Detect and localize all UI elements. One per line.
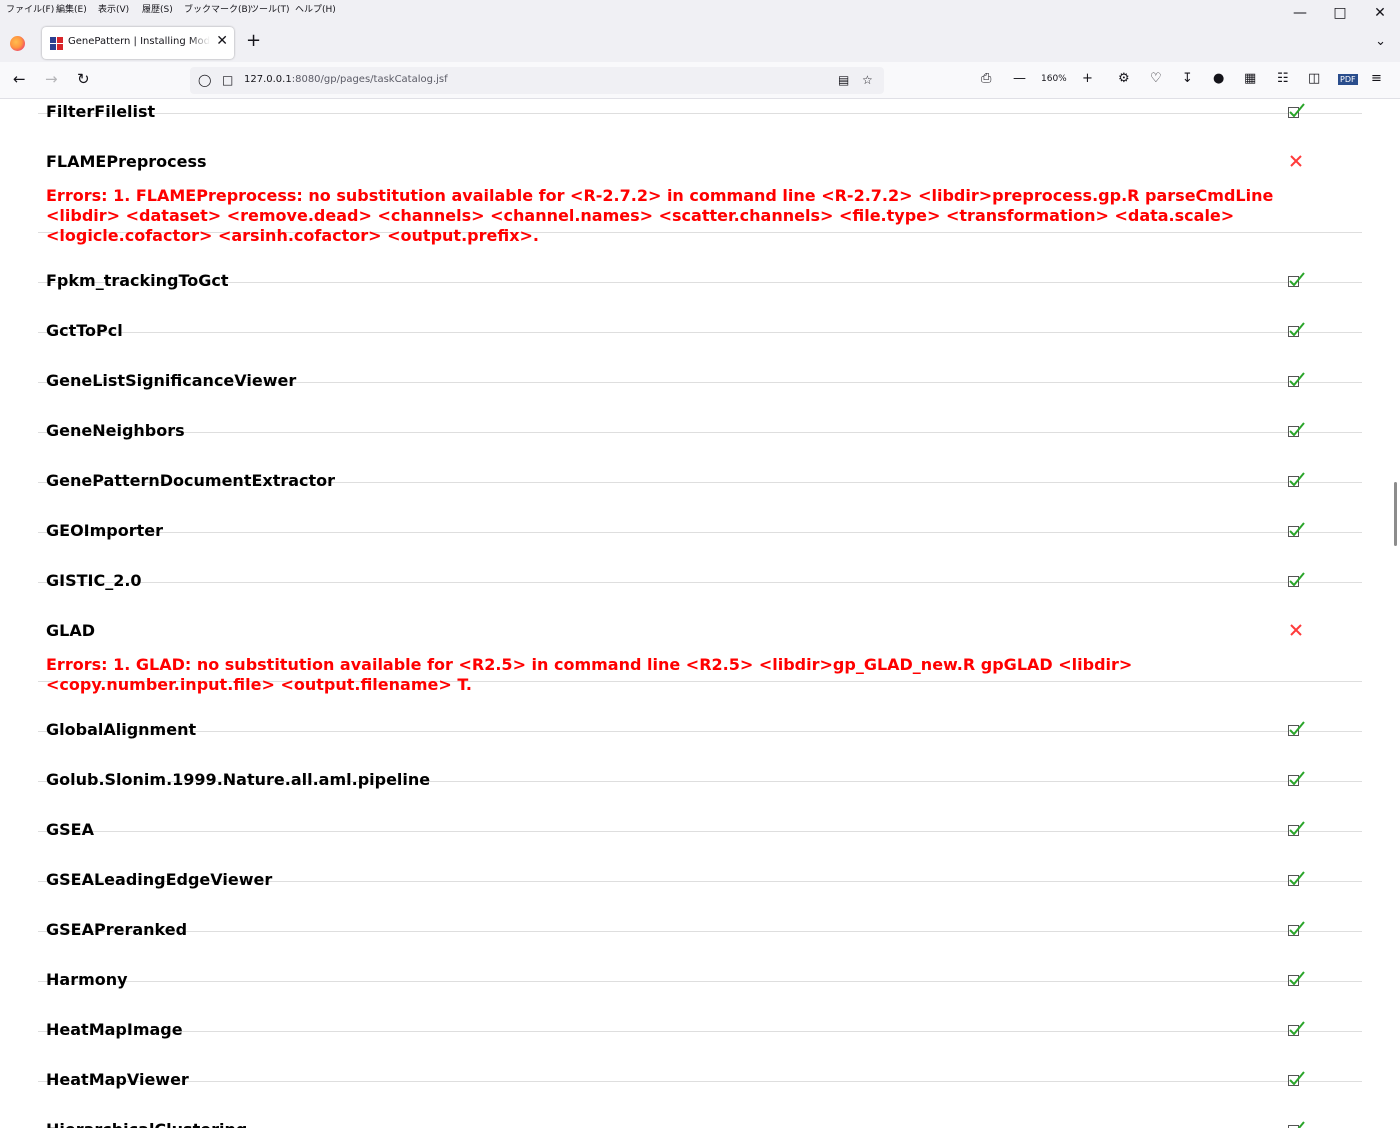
module-row: GISTIC_2.0 — [38, 533, 1362, 590]
extension-b-icon[interactable]: ● — [1213, 71, 1224, 86]
module-row: GctToPcl — [38, 283, 1362, 340]
extensions-puzzle-icon[interactable]: ☷ — [1277, 71, 1289, 86]
bookmark-star-icon[interactable]: ☆ — [862, 73, 873, 87]
tab-title: GenePattern | Installing Modules — [68, 36, 210, 47]
module-row: GlobalAlignment — [38, 682, 1362, 739]
module-row: HierarchicalClustering — [38, 1082, 1362, 1128]
firefox-view-icon[interactable] — [10, 36, 25, 51]
menu-edit[interactable]: 編集(E) — [56, 2, 87, 15]
close-window-button[interactable]: ✕ — [1360, 4, 1400, 22]
reader-view-icon[interactable]: ▤ — [838, 73, 849, 87]
module-row: GeneListSignificanceViewer — [38, 333, 1362, 390]
task-catalog: FilterFilelist FLAMEPreprocess Errors: 1. … — [0, 99, 1400, 1128]
menu-bookmarks[interactable]: ブックマーク(B) — [184, 2, 251, 15]
url-bar[interactable]: ◯ □ 127.0.0.1:8080/gp/pages/taskCatalog.… — [190, 67, 884, 94]
menu-help[interactable]: ヘルプ(H) — [295, 2, 336, 15]
module-name: GLAD — [46, 621, 95, 640]
scrollbar[interactable] — [1392, 99, 1400, 1128]
url-text[interactable]: 127.0.0.1:8080/gp/pages/taskCatalog.jsf — [244, 74, 448, 85]
shield-icon[interactable]: ◯ — [198, 73, 211, 87]
menu-bar: ファイル(F) 編集(E) 表示(V) 履歴(S) ブックマーク(B) ツール(… — [0, 0, 1400, 16]
module-row: Fpkm_trackingToGct — [38, 233, 1362, 290]
module-row: GSEAPreranked — [38, 882, 1362, 939]
url-host: 127.0.0.1 — [244, 74, 292, 85]
module-row: GLAD Errors: 1. GLAD: no substitution ava… — [38, 583, 1362, 694]
app-menu-icon[interactable]: ≡ — [1371, 71, 1382, 86]
scrollbar-thumb[interactable] — [1394, 482, 1397, 546]
pdf-extension-icon[interactable]: PDF — [1338, 74, 1358, 85]
tab-close-icon[interactable]: ✕ — [216, 33, 228, 49]
list-all-tabs-chevron-icon[interactable]: ⌄ — [1375, 34, 1386, 49]
module-row: Harmony — [38, 932, 1362, 989]
reload-icon[interactable]: ↻ — [77, 70, 90, 88]
module-row: HeatMapImage — [38, 982, 1362, 1039]
back-arrow-icon[interactable]: ← — [13, 70, 26, 88]
genepattern-favicon-icon — [50, 37, 63, 50]
minimize-button[interactable]: — — [1280, 4, 1320, 22]
forward-arrow-icon[interactable]: → — [45, 70, 58, 88]
zoom-level[interactable]: 160% — [1041, 74, 1067, 84]
module-row: Golub.Slonim.1999.Nature.all.aml.pipelin… — [38, 732, 1362, 789]
module-row: GenePatternDocumentExtractor — [38, 433, 1362, 490]
print-icon[interactable]: ⎙ — [981, 71, 991, 86]
module-row: FilterFilelist — [38, 99, 1362, 121]
module-row: GEOImporter — [38, 483, 1362, 540]
new-tab-button[interactable]: + — [246, 30, 261, 51]
error-x-icon — [1290, 624, 1302, 636]
zoom-out-icon[interactable]: — — [1013, 71, 1026, 86]
page-icon[interactable]: □ — [222, 73, 233, 87]
extension-grid-icon[interactable]: ▦ — [1244, 71, 1256, 86]
settings-gear-icon[interactable]: ⚙ — [1118, 71, 1130, 86]
module-row: HeatMapViewer — [38, 1032, 1362, 1089]
menu-file[interactable]: ファイル(F) — [6, 2, 54, 15]
module-name: FLAMEPreprocess — [46, 152, 207, 171]
check-icon — [1288, 1121, 1305, 1128]
menu-history[interactable]: 履歴(S) — [142, 2, 173, 15]
pocket-icon[interactable]: ♡ — [1150, 71, 1162, 86]
module-row: GSEA — [38, 782, 1362, 839]
zoom-in-icon[interactable]: + — [1082, 71, 1093, 86]
module-row: GSEALeadingEdgeViewer — [38, 832, 1362, 889]
menu-tools[interactable]: ツール(T) — [250, 2, 290, 15]
module-name: HierarchicalClustering — [46, 1120, 247, 1128]
tab-genepattern[interactable]: GenePattern | Installing Modules ✕ — [42, 27, 234, 59]
extension-translate-icon[interactable]: ◫ — [1308, 71, 1320, 86]
menu-view[interactable]: 表示(V) — [98, 2, 129, 15]
module-row: FLAMEPreprocess Errors: 1. FLAMEPreproces… — [38, 114, 1362, 245]
error-x-icon — [1290, 155, 1302, 167]
maximize-button[interactable]: □ — [1320, 4, 1360, 22]
url-path: :8080/gp/pages/taskCatalog.jsf — [291, 74, 448, 85]
downloads-icon[interactable]: ↧ — [1182, 71, 1193, 86]
module-row: GeneNeighbors — [38, 383, 1362, 440]
